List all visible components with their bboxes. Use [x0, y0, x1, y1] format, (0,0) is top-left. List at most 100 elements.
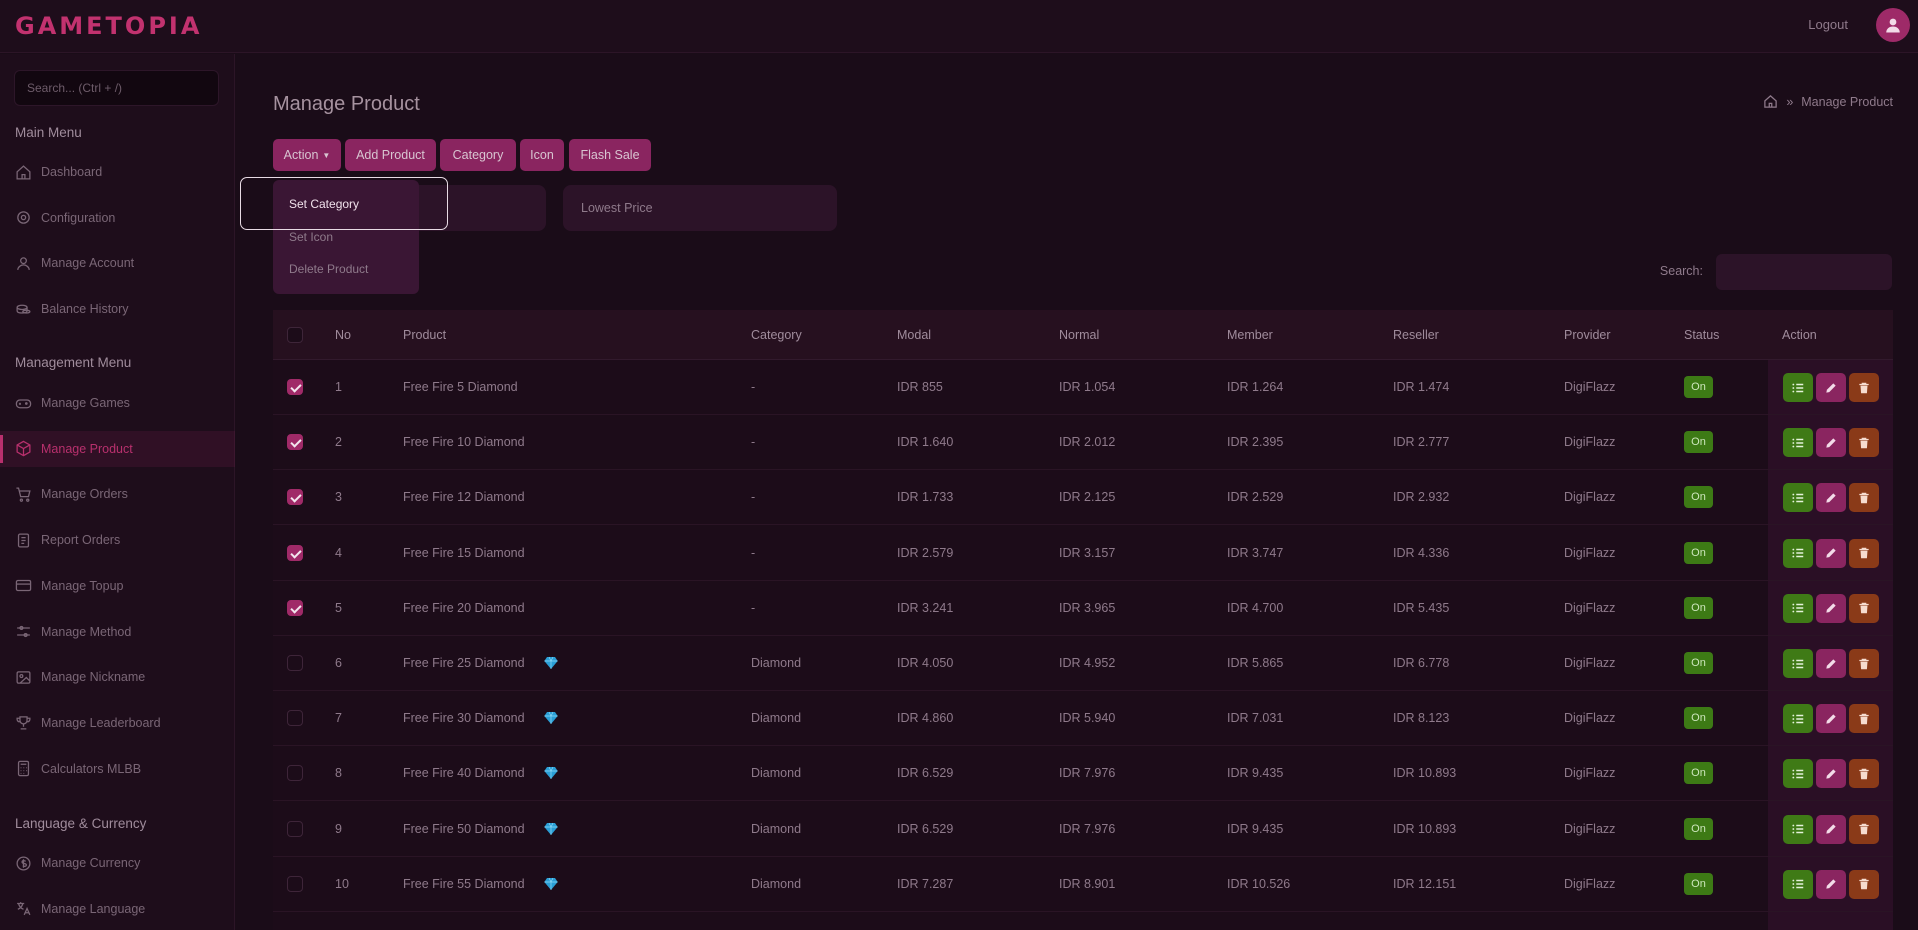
header-modal[interactable]: Modal — [897, 328, 931, 342]
lowest-price-filter[interactable]: Lowest Price — [563, 185, 837, 231]
detail-button[interactable] — [1783, 593, 1813, 623]
delete-button[interactable] — [1849, 373, 1879, 402]
add-product-button[interactable]: Add Product — [345, 139, 436, 171]
table-row[interactable]: 9 Free Fire 50 Diamond Diamond IDR 6.529 IDR… — [273, 802, 1893, 857]
trash-icon — [1859, 713, 1869, 724]
sidebar-item-manage-orders[interactable]: Manage Orders — [0, 476, 235, 512]
icon-button[interactable]: Icon — [520, 139, 564, 171]
table-row[interactable]: 2 Free Fire 10 Diamond - IDR 1.640 IDR 2.012… — [273, 415, 1893, 471]
sidebar-item-manage-currency[interactable]: Manage Currency — [0, 845, 235, 881]
sidebar-item-manage-language[interactable]: Manage Language — [0, 891, 235, 927]
sidebar-item-balance-history[interactable]: Balance History — [0, 291, 235, 327]
table-row[interactable]: 7 Free Fire 30 Diamond Diamond IDR 4.860 IDR… — [273, 691, 1893, 747]
status-badge[interactable]: On — [1684, 541, 1713, 564]
table-row[interactable]: 10 Free Fire 55 Diamond Diamond IDR 7.287 ID… — [273, 857, 1893, 912]
table-row[interactable]: 4 Free Fire 15 Diamond - IDR 2.579 IDR 3.157… — [273, 526, 1893, 581]
sidebar-item-manage-product[interactable]: Manage Product — [0, 430, 235, 467]
app-logo[interactable]: GAMETOPIA — [15, 12, 202, 40]
home-icon[interactable] — [1763, 94, 1778, 109]
status-badge[interactable]: On — [1684, 652, 1713, 674]
row-checkbox[interactable] — [287, 655, 303, 671]
header-provider[interactable]: Provider — [1564, 328, 1611, 342]
row-checkbox[interactable] — [287, 434, 303, 451]
status-badge[interactable]: On — [1684, 431, 1713, 454]
table-row[interactable]: 5 Free Fire 20 Diamond - IDR 3.241 IDR 3.965… — [273, 581, 1893, 636]
logout-link[interactable]: Logout — [1808, 17, 1848, 32]
table-row[interactable]: 8 Free Fire 40 Diamond Diamond IDR 6.529 IDR… — [273, 746, 1893, 802]
status-badge[interactable]: On — [1684, 596, 1713, 619]
status-badge[interactable]: On — [1684, 817, 1713, 840]
row-checkbox[interactable] — [287, 379, 303, 395]
table-row[interactable]: 1 Free Fire 5 Diamond - IDR 855 IDR 1.054 IDR… — [273, 360, 1893, 415]
header-normal[interactable]: Normal — [1059, 328, 1099, 342]
sidebar-item-manage-method[interactable]: Manage Method — [0, 614, 235, 650]
status-badge[interactable]: On — [1684, 376, 1713, 398]
edit-button[interactable] — [1816, 869, 1846, 899]
edit-button[interactable] — [1816, 373, 1846, 402]
sidebar-item-manage-nickname[interactable]: Manage Nickname — [0, 659, 235, 695]
detail-button[interactable] — [1783, 538, 1813, 568]
edit-button[interactable] — [1816, 428, 1846, 458]
edit-button[interactable] — [1816, 593, 1846, 623]
status-badge[interactable]: On — [1684, 707, 1713, 730]
status-badge[interactable]: On — [1684, 762, 1713, 785]
category-button[interactable]: Category — [440, 139, 516, 171]
header-product[interactable]: Product — [403, 328, 446, 342]
detail-button[interactable] — [1783, 704, 1813, 734]
sidebar-item-manage-leaderboard[interactable]: Manage Leaderboard — [0, 705, 235, 741]
detail-button[interactable] — [1783, 814, 1813, 844]
sidebar-item-manage-topup[interactable]: Manage Topup — [0, 568, 235, 604]
delete-button[interactable] — [1849, 649, 1879, 678]
table-row[interactable]: 3 Free Fire 12 Diamond - IDR 1.733 IDR 2.125… — [273, 470, 1893, 526]
delete-button[interactable] — [1849, 759, 1879, 789]
delete-button[interactable] — [1849, 704, 1879, 734]
edit-button[interactable] — [1816, 759, 1846, 789]
flash-sale-button[interactable]: Flash Sale — [569, 139, 651, 171]
edit-button[interactable] — [1816, 814, 1846, 844]
sidebar-search-input[interactable]: Search... (Ctrl + /) — [14, 70, 219, 106]
detail-button[interactable] — [1783, 373, 1813, 402]
table-row[interactable]: 6 Free Fire 25 Diamond Diamond IDR 4.050 IDR… — [273, 636, 1893, 691]
detail-button[interactable] — [1783, 483, 1813, 513]
edit-button[interactable] — [1816, 538, 1846, 568]
sidebar-item-manage-games[interactable]: Manage Games — [0, 385, 235, 421]
delete-button[interactable] — [1849, 593, 1879, 623]
select-all-checkbox[interactable] — [287, 327, 303, 343]
status-badge[interactable]: On — [1684, 872, 1713, 895]
edit-button[interactable] — [1816, 649, 1846, 678]
avatar[interactable] — [1876, 8, 1910, 42]
row-checkbox[interactable] — [287, 489, 303, 506]
sidebar-item-report-orders[interactable]: Report Orders — [0, 522, 235, 558]
header-category[interactable]: Category — [751, 328, 802, 342]
delete-button[interactable] — [1849, 428, 1879, 458]
detail-button[interactable] — [1783, 428, 1813, 458]
action-dropdown-button[interactable]: Action ▼ — [273, 139, 341, 171]
delete-button[interactable] — [1849, 869, 1879, 899]
delete-button[interactable] — [1849, 483, 1879, 513]
edit-button[interactable] — [1816, 483, 1846, 513]
delete-button[interactable] — [1849, 814, 1879, 844]
detail-button[interactable] — [1783, 869, 1813, 899]
detail-button[interactable] — [1783, 649, 1813, 678]
delete-button[interactable] — [1849, 538, 1879, 568]
header-status[interactable]: Status — [1684, 328, 1719, 342]
dropdown-item-delete-product[interactable]: Delete Product — [289, 262, 368, 276]
sidebar-item-manage-account[interactable]: Manage Account — [0, 245, 235, 281]
edit-button[interactable] — [1816, 704, 1846, 734]
sidebar-item-calculators-mlbb[interactable]: Calculators MLBB — [0, 751, 235, 787]
header-reseller[interactable]: Reseller — [1393, 328, 1439, 342]
header-member[interactable]: Member — [1227, 328, 1273, 342]
detail-button[interactable] — [1783, 759, 1813, 789]
row-checkbox[interactable] — [287, 820, 303, 837]
row-checkbox[interactable] — [287, 765, 303, 782]
dropdown-item-set-icon[interactable]: Set Icon — [289, 230, 333, 244]
row-checkbox[interactable] — [287, 875, 303, 892]
sidebar-item-configuration[interactable]: Configuration — [0, 200, 235, 236]
header-no[interactable]: No — [335, 328, 351, 342]
row-checkbox[interactable] — [287, 544, 303, 561]
row-checkbox[interactable] — [287, 599, 303, 616]
status-badge[interactable]: On — [1684, 486, 1713, 509]
table-search-input[interactable] — [1716, 254, 1892, 290]
sidebar-item-dashboard[interactable]: Dashboard — [0, 154, 235, 190]
row-checkbox[interactable] — [287, 710, 303, 727]
